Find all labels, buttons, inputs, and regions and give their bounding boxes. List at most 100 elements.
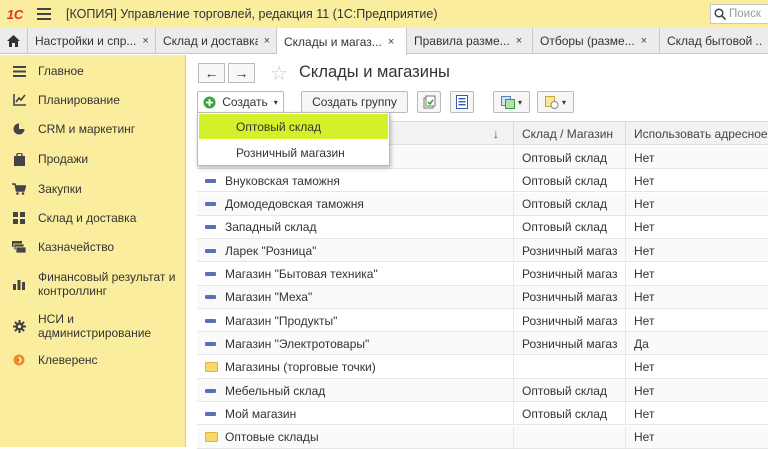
sidebar-item-nsi-admin[interactable]: НСИ и администрирование bbox=[0, 311, 186, 341]
sidebar-item-label: Казначейство bbox=[38, 240, 115, 254]
close-icon[interactable]: × bbox=[516, 35, 522, 47]
sidebar-item-purchases[interactable]: Закупки bbox=[0, 181, 186, 197]
home-icon[interactable] bbox=[0, 28, 28, 54]
tab-warehouse-delivery[interactable]: Склад и доставка × bbox=[156, 28, 277, 54]
cell-name: Мой магазин bbox=[197, 402, 513, 425]
chart-icon bbox=[0, 94, 38, 106]
sidebar-item-main[interactable]: Главное bbox=[0, 63, 186, 79]
cell-address-storage: Нет bbox=[625, 402, 768, 426]
column-header-type[interactable]: Склад / Магазин bbox=[513, 122, 625, 146]
tab-bar: Настройки и спр... × Склад и доставка × … bbox=[0, 28, 768, 55]
sidebar-item-label: Продажи bbox=[38, 152, 89, 166]
cell-address-storage: Нет bbox=[625, 425, 768, 449]
status-dropdown-icon[interactable]: ▾ bbox=[537, 91, 574, 113]
table-row[interactable]: Западный склад Оптовый склад Нет bbox=[197, 215, 768, 239]
cell-address-storage: Да bbox=[625, 332, 768, 356]
column-header-address-storage[interactable]: Использовать адресное х bbox=[625, 122, 768, 146]
search-input[interactable]: Поиск bbox=[710, 4, 768, 24]
cell-type: Розничный магаз bbox=[513, 309, 625, 333]
cell-address-storage: Нет bbox=[625, 379, 768, 402]
list-icon bbox=[0, 65, 38, 77]
back-button[interactable]: ← bbox=[198, 63, 225, 83]
table-row[interactable]: Оптовые склады Нет bbox=[197, 425, 768, 449]
forward-button[interactable]: → bbox=[228, 63, 255, 83]
search-icon bbox=[714, 8, 726, 20]
report-icon[interactable] bbox=[450, 91, 474, 113]
tab-placement-filters[interactable]: Отборы (разме... × bbox=[533, 28, 660, 54]
cell-name-text: Магазин "Бытовая техника" bbox=[225, 267, 378, 281]
table-row[interactable]: Магазин "Бытовая техника" Розничный магаз… bbox=[197, 262, 768, 286]
close-icon[interactable]: × bbox=[388, 36, 394, 48]
sidebar-item-sales[interactable]: Продажи bbox=[0, 151, 186, 167]
table-row[interactable]: Мебельный склад Оптовый склад Нет bbox=[197, 379, 768, 402]
cell-name: Ларек "Розница" bbox=[197, 239, 513, 262]
tab-appliance-warehouse[interactable]: Склад бытовой ... bbox=[660, 28, 768, 54]
tab-label: Правила разме... bbox=[414, 34, 510, 48]
sidebar-item-crm[interactable]: CRM и маркетинг bbox=[0, 121, 186, 137]
cell-address-storage: Нет bbox=[625, 309, 768, 333]
bar-chart-icon bbox=[0, 278, 38, 290]
create-group-button[interactable]: Создать группу bbox=[301, 91, 408, 113]
cell-name: Внуковская таможня bbox=[197, 169, 513, 192]
cell-type: Розничный магаз bbox=[513, 262, 625, 286]
table-row[interactable]: Мой магазин Оптовый склад Нет bbox=[197, 402, 768, 426]
cell-name-text: Магазин "Продукты" bbox=[225, 313, 338, 328]
sidebar-item-label: Главное bbox=[38, 64, 84, 78]
table-row[interactable]: Магазин "Меха" Розничный магаз Нет bbox=[197, 285, 768, 309]
cell-name-text: Домодедовская таможня bbox=[225, 197, 364, 212]
catalog-item-icon bbox=[205, 202, 216, 207]
close-icon[interactable]: × bbox=[142, 35, 148, 47]
folder-icon bbox=[205, 432, 218, 443]
table-row[interactable]: Магазины (торговые точки) Нет bbox=[197, 355, 768, 379]
sidebar: Главное Планирование CRM и маркетинг Про… bbox=[0, 55, 186, 447]
cell-name: Магазин "Продукты" bbox=[197, 309, 513, 332]
close-icon[interactable]: × bbox=[641, 35, 647, 47]
table-row[interactable]: Магазин "Электротовары" Розничный магаз Да bbox=[197, 332, 768, 356]
cell-address-storage: Нет bbox=[625, 146, 768, 169]
table-row[interactable]: Домодедовская таможня Оптовый склад Нет bbox=[197, 192, 768, 216]
pie-icon bbox=[0, 123, 38, 135]
cell-type bbox=[513, 425, 625, 449]
sidebar-item-cleverence[interactable]: Клеверенс bbox=[0, 352, 186, 368]
gear-icon bbox=[0, 319, 38, 333]
cell-name: Домодедовская таможня bbox=[197, 193, 513, 216]
sidebar-item-warehouse[interactable]: Склад и доставка bbox=[0, 210, 186, 226]
favorite-star-icon[interactable]: ☆ bbox=[270, 61, 288, 86]
table-row[interactable]: Ларек "Розница" Розничный магаз Нет bbox=[197, 239, 768, 263]
tab-warehouses-stores[interactable]: Склады и магаз... × bbox=[277, 28, 407, 55]
close-icon[interactable]: × bbox=[264, 35, 270, 47]
cell-name-text: Мебельный склад bbox=[225, 383, 326, 398]
table-row[interactable]: Внуковская таможня Оптовый склад Нет bbox=[197, 169, 768, 193]
cell-type: Розничный магаз bbox=[513, 239, 625, 263]
menu-item-retail-store[interactable]: Розничный магазин bbox=[199, 140, 388, 165]
cell-type: Оптовый склад bbox=[513, 379, 625, 402]
copy-icon[interactable] bbox=[417, 91, 441, 113]
tab-label: Склад бытовой ... bbox=[667, 34, 762, 48]
orange-circle-icon bbox=[0, 354, 38, 366]
sidebar-item-financial-result[interactable]: Финансовый результат и контроллинг bbox=[0, 268, 186, 300]
cell-type: Оптовый склад bbox=[513, 215, 625, 239]
table-row[interactable]: Магазин "Продукты" Розничный магаз Нет bbox=[197, 309, 768, 333]
tab-settings[interactable]: Настройки и спр... × bbox=[28, 28, 156, 54]
sidebar-item-planning[interactable]: Планирование bbox=[0, 92, 186, 108]
sidebar-item-label: Планирование bbox=[38, 93, 120, 107]
tab-placement-rules[interactable]: Правила разме... × bbox=[407, 28, 533, 54]
folder-icon bbox=[205, 362, 218, 373]
sidebar-item-treasury[interactable]: Казначейство bbox=[0, 239, 186, 255]
move-dropdown-icon[interactable]: ▾ bbox=[493, 91, 530, 113]
cell-name-text: Внуковская таможня bbox=[225, 173, 340, 188]
tab-label: Настройки и спр... bbox=[35, 34, 137, 48]
title-bar: 1С [КОПИЯ] Управление торговлей, редакци… bbox=[0, 0, 768, 28]
sidebar-item-label: Закупки bbox=[38, 182, 82, 196]
hamburger-menu-icon[interactable] bbox=[30, 0, 58, 28]
cell-type: Розничный магаз bbox=[513, 332, 625, 356]
cell-type: Оптовый склад bbox=[513, 402, 625, 426]
catalog-item-icon bbox=[205, 318, 216, 323]
cell-type: Оптовый склад bbox=[513, 169, 625, 193]
catalog-item-icon bbox=[205, 295, 216, 300]
create-button[interactable]: Создать ▾ bbox=[197, 91, 284, 113]
menu-item-wholesale-warehouse[interactable]: Оптовый склад bbox=[199, 114, 388, 139]
money-icon bbox=[0, 241, 38, 253]
tab-label: Склад и доставка bbox=[163, 34, 258, 48]
cell-name: Магазин "Электротовары" bbox=[197, 332, 513, 355]
